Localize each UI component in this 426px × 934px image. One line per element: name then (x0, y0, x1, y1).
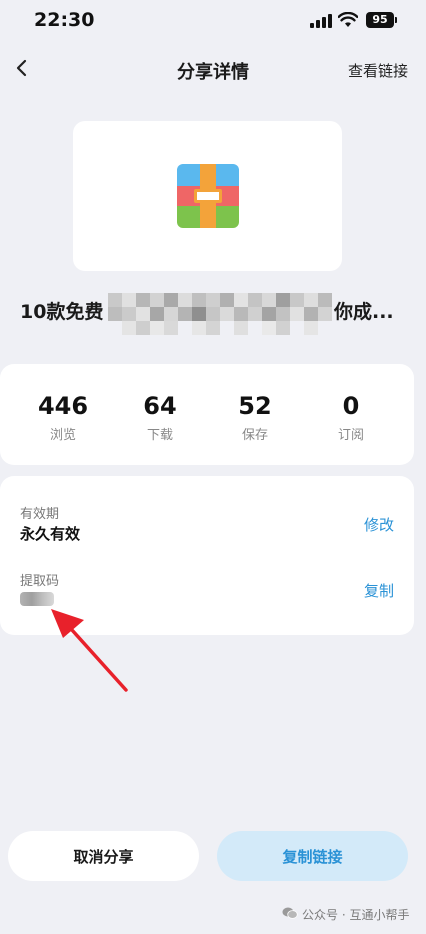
stat-value: 64 (143, 392, 177, 420)
validity-value: 永久有效 (20, 525, 81, 543)
wifi-icon (338, 12, 358, 27)
stat-views: 446 浏览 (13, 392, 113, 443)
validity-label: 有效期 (20, 507, 60, 522)
nav-bar: 分享详情 查看链接 (0, 48, 426, 92)
pixelated-redaction (108, 293, 332, 335)
stats-card: 446 浏览 64 下载 52 保存 0 订阅 (0, 364, 414, 465)
copy-link-button[interactable]: 复制链接 (217, 831, 408, 881)
wechat-icon (282, 907, 298, 919)
file-name-prefix: 10款免费 (20, 301, 104, 323)
red-arrow-annotation (51, 609, 128, 692)
stat-value: 446 (37, 392, 89, 420)
file-name-suffix: 你成... (334, 301, 394, 323)
stat-subscriptions: 0 订阅 (301, 392, 401, 443)
cancel-share-button[interactable]: 取消分享 (8, 831, 199, 881)
signal-icon (310, 14, 332, 28)
edit-validity-button[interactable]: 修改 (364, 514, 394, 535)
status-bar: 22:30 95 (0, 0, 426, 44)
battery-level: 95 (372, 13, 388, 26)
stat-label: 下载 (146, 428, 173, 443)
extraction-code-label: 提取码 (20, 574, 60, 589)
stat-value: 0 (342, 392, 360, 420)
view-link-button[interactable]: 查看链接 (348, 60, 408, 81)
watermark-text: 公众号 · 互通小帮手 (302, 908, 410, 922)
stat-label: 订阅 (337, 428, 364, 443)
file-preview-card (73, 121, 342, 271)
archive-icon (177, 164, 239, 228)
battery-icon: 95 (366, 12, 397, 28)
stat-label: 浏览 (49, 428, 76, 443)
copy-code-button[interactable]: 复制 (364, 580, 394, 601)
status-time: 22:30 (34, 9, 95, 31)
stat-value: 52 (238, 392, 272, 420)
stat-downloads: 64 下载 (110, 392, 210, 443)
stat-saves: 52 保存 (205, 392, 305, 443)
stat-label: 保存 (241, 428, 268, 443)
